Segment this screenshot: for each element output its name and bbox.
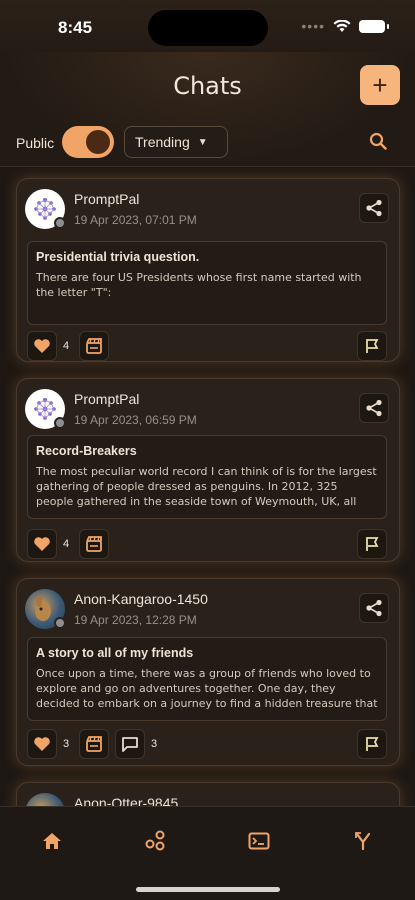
- message-body: The most peculiar world record I can thi…: [36, 465, 377, 508]
- report-button[interactable]: [357, 331, 387, 361]
- chat-card[interactable]: PromptPal 19 Apr 2023, 07:01 PM Presiden…: [16, 178, 400, 362]
- heart-icon: [34, 537, 50, 551]
- clapperboard-icon: [86, 536, 102, 552]
- bookmark-button[interactable]: [79, 729, 109, 759]
- action-row: 3 3: [27, 729, 161, 759]
- presence-indicator: [54, 217, 66, 229]
- wifi-icon: [333, 19, 351, 32]
- tab-bar: [0, 806, 415, 900]
- clapperboard-icon: [86, 736, 102, 752]
- like-count: 3: [63, 738, 70, 750]
- message-title: A story to all of my friends: [36, 646, 194, 660]
- comment-count: 3: [151, 738, 158, 750]
- chat-feed[interactable]: PromptPal 19 Apr 2023, 07:01 PM Presiden…: [0, 168, 415, 806]
- share-icon: [366, 599, 382, 617]
- share-icon: [366, 199, 382, 217]
- message-preview[interactable]: Presidential trivia question. There are …: [27, 241, 387, 325]
- public-toggle[interactable]: [62, 126, 114, 158]
- presence-indicator: [54, 617, 66, 629]
- report-button[interactable]: [357, 729, 387, 759]
- like-button[interactable]: [27, 331, 57, 361]
- chat-author: Anon-Otter-9845: [74, 795, 179, 806]
- message-title: Record-Breakers: [36, 444, 137, 458]
- home-indicator: [136, 887, 280, 892]
- community-icon: [145, 830, 165, 851]
- share-button[interactable]: [359, 593, 389, 623]
- status-time: 8:45: [58, 18, 93, 37]
- filter-select[interactable]: Trending ▼: [124, 126, 228, 158]
- signal-icon: ••••: [301, 18, 325, 34]
- otter-avatar-icon: [25, 793, 65, 806]
- toggle-knob: [86, 130, 110, 154]
- status-bar: 8:45 ••••: [0, 0, 415, 52]
- branch-icon: [355, 832, 371, 851]
- page-title: Chats: [173, 72, 242, 100]
- home-icon: [43, 833, 61, 849]
- clapperboard-icon: [86, 338, 102, 354]
- tab-branch[interactable]: [343, 821, 383, 861]
- share-button[interactable]: [359, 393, 389, 423]
- flag-icon: [366, 537, 379, 551]
- dynamic-island: [148, 10, 268, 46]
- message-body: There are four US Presidents whose first…: [36, 271, 362, 299]
- search-button[interactable]: [369, 132, 387, 155]
- share-icon: [366, 399, 382, 417]
- chat-author: PromptPal: [74, 391, 140, 407]
- chat-author: Anon-Kangaroo-1450: [74, 591, 208, 607]
- comment-icon: [122, 737, 138, 752]
- action-row: 4: [27, 331, 109, 361]
- chat-card[interactable]: Anon-Otter-9845: [16, 782, 400, 806]
- filter-selected-label: Trending: [135, 134, 190, 150]
- comment-button[interactable]: [115, 729, 145, 759]
- bookmark-button[interactable]: [79, 529, 109, 559]
- action-row: 4: [27, 529, 109, 559]
- like-button[interactable]: [27, 729, 57, 759]
- message-body: Once upon a time, there was a group of f…: [36, 667, 378, 710]
- bookmark-button[interactable]: [79, 331, 109, 361]
- flag-icon: [366, 737, 379, 751]
- flag-icon: [366, 339, 379, 353]
- message-preview[interactable]: A story to all of my friends Once upon a…: [27, 637, 387, 721]
- message-preview[interactable]: Record-Breakers The most peculiar world …: [27, 435, 387, 519]
- terminal-icon: [248, 832, 270, 850]
- chat-timestamp: 19 Apr 2023, 12:28 PM: [74, 613, 197, 627]
- header: Chats + Public Trending ▼: [0, 52, 415, 167]
- chat-author: PromptPal: [74, 191, 140, 207]
- report-button[interactable]: [357, 529, 387, 559]
- search-icon: [369, 132, 387, 150]
- like-count: 4: [63, 538, 70, 550]
- chat-card[interactable]: Anon-Kangaroo-1450 19 Apr 2023, 12:28 PM…: [16, 578, 400, 766]
- message-title: Presidential trivia question.: [36, 250, 200, 264]
- tab-community[interactable]: [136, 821, 176, 861]
- public-label: Public: [16, 135, 55, 151]
- like-count: 4: [63, 340, 70, 352]
- status-icons: ••••: [301, 18, 389, 34]
- chat-card[interactable]: PromptPal 19 Apr 2023, 06:59 PM Record-B…: [16, 378, 400, 562]
- battery-icon: [359, 19, 389, 33]
- chevron-down-icon: ▼: [197, 136, 208, 148]
- presence-indicator: [54, 417, 66, 429]
- chat-timestamp: 19 Apr 2023, 07:01 PM: [74, 213, 197, 227]
- tab-home[interactable]: [32, 821, 72, 861]
- heart-icon: [34, 737, 50, 751]
- add-chat-button[interactable]: +: [360, 65, 400, 105]
- heart-icon: [34, 339, 50, 353]
- like-button[interactable]: [27, 529, 57, 559]
- share-button[interactable]: [359, 193, 389, 223]
- chat-timestamp: 19 Apr 2023, 06:59 PM: [74, 413, 197, 427]
- tab-terminal[interactable]: [239, 821, 279, 861]
